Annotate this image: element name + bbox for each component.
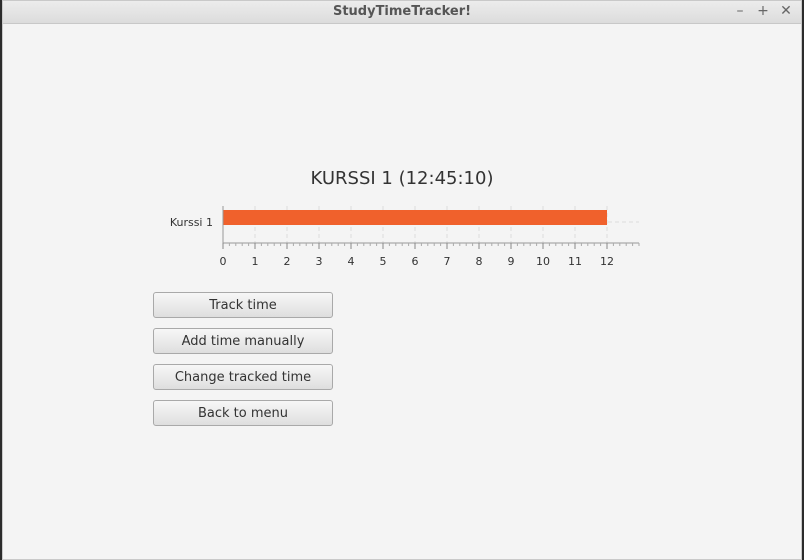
x-tick-label: 11 bbox=[568, 255, 582, 268]
category-label: Kurssi 1 bbox=[170, 216, 213, 229]
x-tick-label: 9 bbox=[508, 255, 515, 268]
x-tick-label: 12 bbox=[600, 255, 614, 268]
back-to-menu-button[interactable]: Back to menu bbox=[153, 400, 333, 426]
x-tick-label: 10 bbox=[536, 255, 550, 268]
x-tick-label: 6 bbox=[412, 255, 419, 268]
track-time-button[interactable]: Track time bbox=[153, 292, 333, 318]
change-tracked-time-button[interactable]: Change tracked time bbox=[153, 364, 333, 390]
x-tick-label: 7 bbox=[444, 255, 451, 268]
add-time-manually-button[interactable]: Add time manually bbox=[153, 328, 333, 354]
x-tick-label: 4 bbox=[348, 255, 355, 268]
x-tick-label: 2 bbox=[284, 255, 291, 268]
x-tick-label: 3 bbox=[316, 255, 323, 268]
x-tick-label: 8 bbox=[476, 255, 483, 268]
x-tick-label: 1 bbox=[252, 255, 259, 268]
x-tick-label: 0 bbox=[220, 255, 227, 268]
chart-bar bbox=[223, 210, 607, 225]
x-tick-label: 5 bbox=[380, 255, 387, 268]
bar-chart: Kurssi 10 1 2 3 4 5 6 7 8 9 10 11 12 bbox=[170, 206, 640, 268]
app-window: StudyTimeTracker! – + ✕ KURSSI 1 (12:45:… bbox=[2, 0, 802, 560]
